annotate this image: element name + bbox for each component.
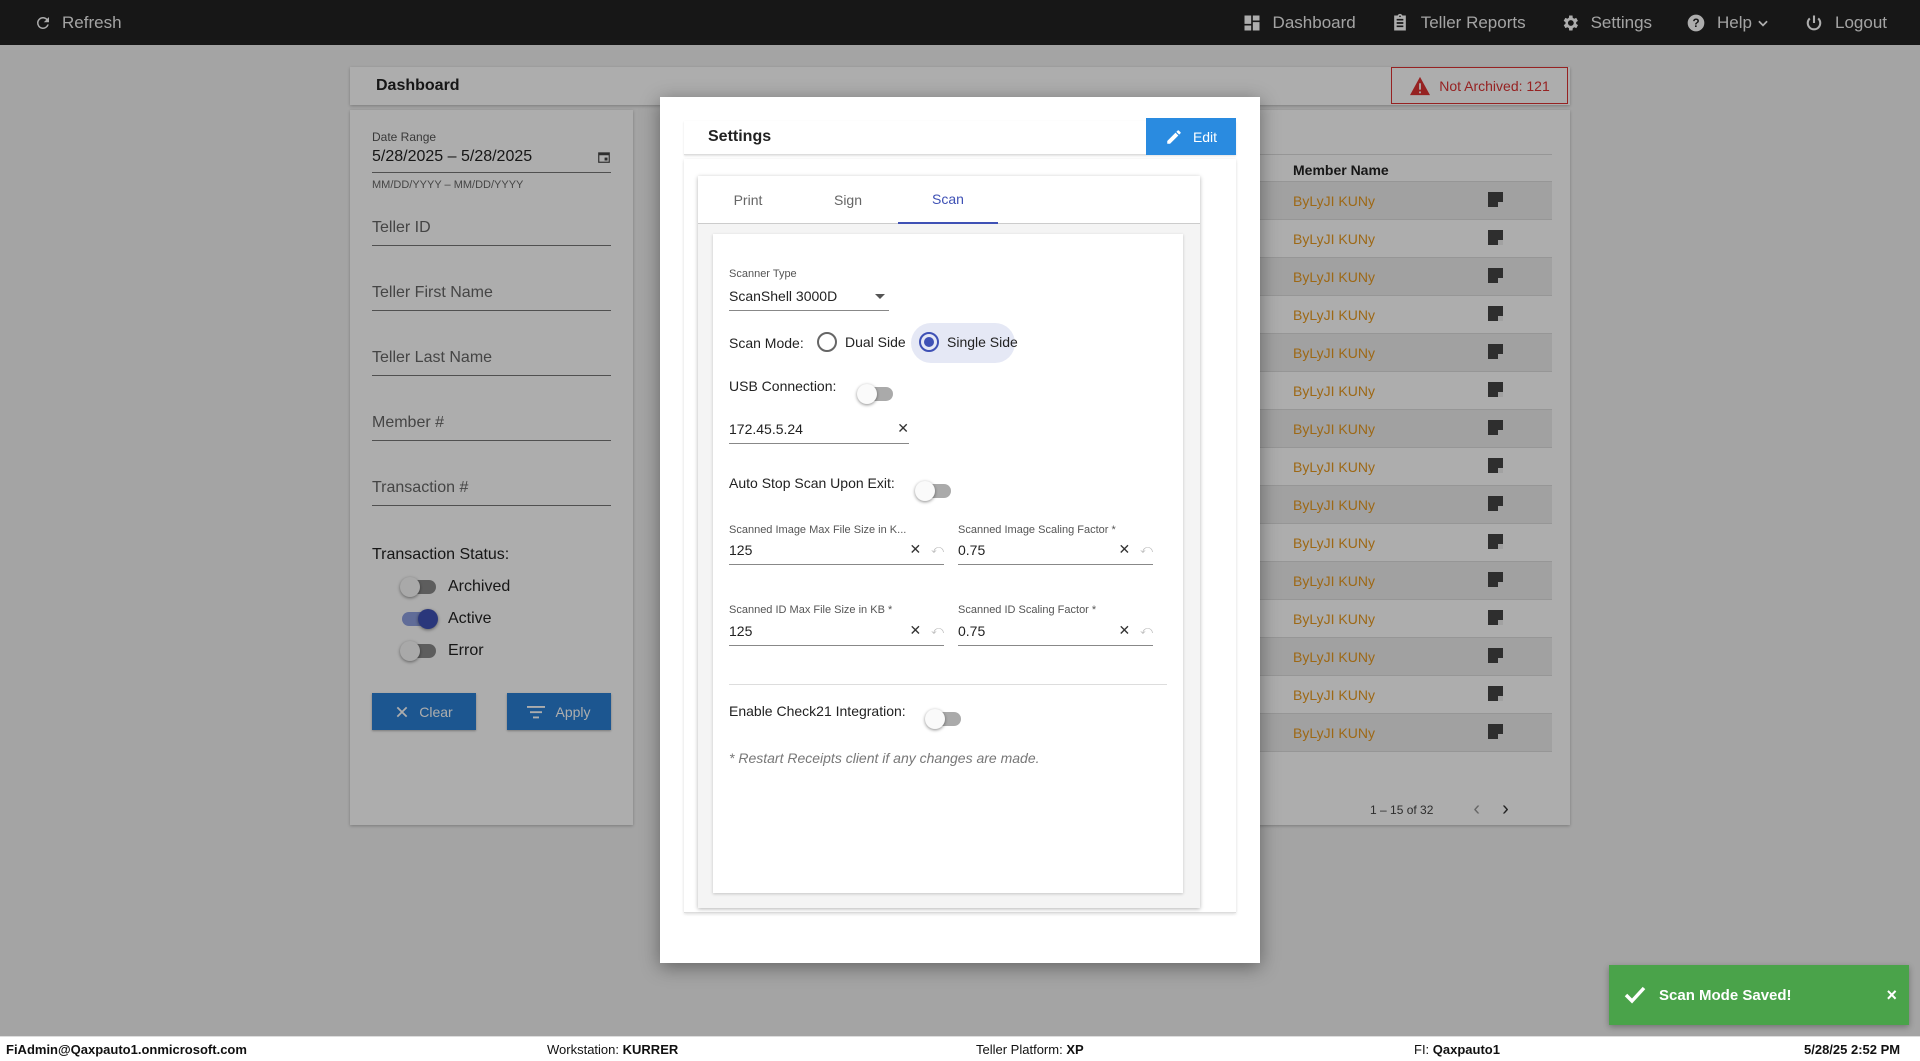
- tab-print[interactable]: Print: [698, 176, 798, 224]
- footer-user: FiAdmin@Qaxpauto1.onmicrosoft.com: [6, 1042, 247, 1057]
- scanner-type-label: Scanner Type: [729, 268, 797, 280]
- single-side-label: Single Side: [947, 334, 1018, 350]
- pencil-icon: [1167, 129, 1181, 144]
- toast-message: Scan Mode Saved!: [1659, 986, 1792, 1004]
- id-max-size-field[interactable]: 125 ✕ ⤺: [729, 622, 944, 646]
- image-max-size-value: 125: [729, 541, 753, 558]
- settings-body: Print Sign Scan Scanner Type ScanShell 3…: [684, 159, 1236, 913]
- usb-connection-label: USB Connection:: [729, 378, 837, 394]
- scan-settings-panel: Scanner Type ScanShell 3000D Scan Mode: …: [713, 234, 1183, 893]
- footer-datetime: 5/28/25 2:52 PM: [1804, 1042, 1901, 1057]
- restart-note: * Restart Receipts client if any changes…: [729, 750, 1040, 766]
- undo-icon[interactable]: ⤺: [1140, 542, 1153, 557]
- undo-icon[interactable]: ⤺: [931, 542, 944, 557]
- fi-value: Qaxpauto1: [1432, 1042, 1500, 1057]
- id-scaling-field[interactable]: 0.75 ✕ ⤺: [958, 622, 1153, 646]
- clear-icon[interactable]: ✕: [1118, 541, 1130, 558]
- settings-header: Settings Edit: [684, 118, 1236, 155]
- id-scaling-label: Scanned ID Scaling Factor *: [958, 604, 1097, 616]
- clear-icon[interactable]: ✕: [909, 541, 921, 558]
- id-max-size-label: Scanned ID Max File Size in KB *: [729, 604, 893, 616]
- chevron-down-icon: [875, 293, 885, 299]
- status-footer: FiAdmin@Qaxpauto1.onmicrosoft.com Workst…: [0, 1036, 1920, 1061]
- scan-mode-label: Scan Mode:: [729, 335, 804, 351]
- toast-notification: Scan Mode Saved! ×: [1609, 965, 1909, 1025]
- single-side-radio-circle[interactable]: [919, 332, 939, 352]
- id-max-size-value: 125: [729, 622, 753, 639]
- auto-stop-label: Auto Stop Scan Upon Exit:: [729, 475, 895, 491]
- scanner-type-select[interactable]: ScanShell 3000D: [729, 288, 889, 311]
- image-scaling-label: Scanned Image Scaling Factor *: [958, 524, 1116, 536]
- single-side-radio[interactable]: Single Side: [919, 332, 1018, 352]
- workstation-value: KURRER: [622, 1042, 679, 1057]
- image-max-size-field[interactable]: 125 ✕ ⤺: [729, 541, 944, 565]
- platform-label: Teller Platform:: [976, 1042, 1063, 1057]
- usb-connection-toggle[interactable]: [857, 384, 893, 405]
- settings-dialog: Settings Edit Print Sign Scan Scanner Ty…: [660, 97, 1260, 963]
- clear-icon[interactable]: ✕: [897, 420, 909, 437]
- ip-address-value: 172.45.5.24: [729, 420, 803, 437]
- undo-icon[interactable]: ⤺: [1140, 623, 1153, 638]
- check21-label: Enable Check21 Integration:: [729, 703, 906, 719]
- auto-stop-toggle[interactable]: [915, 481, 951, 502]
- undo-icon[interactable]: ⤺: [931, 623, 944, 638]
- edit-button[interactable]: Edit: [1146, 118, 1236, 155]
- divider: [729, 684, 1167, 685]
- check-icon: [1624, 986, 1646, 1004]
- dual-side-radio-circle[interactable]: [817, 332, 837, 352]
- edit-label: Edit: [1192, 128, 1218, 145]
- footer-fi: FI: Qaxpauto1: [1414, 1042, 1500, 1057]
- tab-sign[interactable]: Sign: [798, 176, 898, 224]
- clear-icon[interactable]: ✕: [1118, 622, 1130, 639]
- clear-icon[interactable]: ✕: [909, 622, 921, 639]
- footer-platform: Teller Platform: XP: [976, 1042, 1084, 1057]
- settings-title: Settings: [708, 128, 772, 145]
- ip-address-field[interactable]: 172.45.5.24 ✕: [729, 420, 909, 444]
- settings-tabs: Print Sign Scan Scanner Type ScanShell 3…: [698, 176, 1200, 908]
- scanner-type-value: ScanShell 3000D: [729, 288, 838, 304]
- dual-side-radio[interactable]: Dual Side: [817, 332, 906, 352]
- close-icon[interactable]: ×: [1886, 985, 1897, 1006]
- image-scaling-field[interactable]: 0.75 ✕ ⤺: [958, 541, 1153, 565]
- image-max-size-label: Scanned Image Max File Size in K...: [729, 524, 907, 536]
- check21-toggle[interactable]: [925, 709, 961, 730]
- fi-label: FI:: [1414, 1042, 1430, 1057]
- workstation-label: Workstation:: [547, 1042, 620, 1057]
- id-scaling-value: 0.75: [958, 622, 986, 639]
- tab-bar: Print Sign Scan: [698, 176, 1200, 224]
- tab-scan[interactable]: Scan: [898, 176, 998, 224]
- platform-value: XP: [1066, 1042, 1084, 1057]
- footer-workstation: Workstation: KURRER: [547, 1042, 678, 1057]
- image-scaling-value: 0.75: [958, 541, 986, 558]
- dual-side-label: Dual Side: [845, 334, 906, 350]
